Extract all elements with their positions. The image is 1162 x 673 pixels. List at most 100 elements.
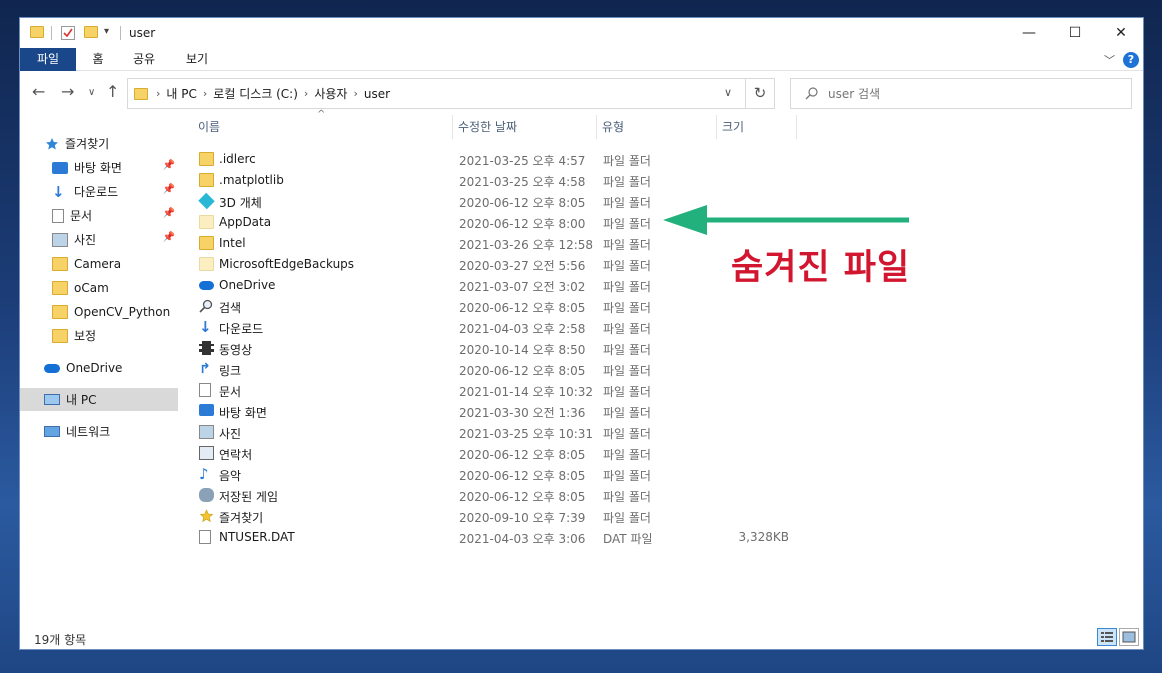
table-row[interactable]: ↓ 다운로드 2021-04-03 오후 2:58 파일 폴더 bbox=[195, 317, 795, 338]
search-icon bbox=[199, 299, 214, 313]
file-name: 3D 개체 bbox=[219, 196, 262, 210]
sidebar-item-pictures[interactable]: 사진 📌 bbox=[52, 228, 178, 251]
close-button[interactable]: ✕ bbox=[1098, 18, 1144, 48]
file-size: 3,328KB bbox=[738, 530, 789, 544]
chevron-down-icon[interactable]: ∨ bbox=[724, 86, 732, 99]
details-view-button[interactable] bbox=[1097, 628, 1117, 646]
column-header-size[interactable]: 크기 bbox=[704, 113, 796, 141]
favorites-icon bbox=[199, 509, 214, 523]
file-name: 사진 bbox=[219, 427, 242, 441]
divider bbox=[796, 115, 797, 139]
breadcrumb-user[interactable]: user bbox=[364, 87, 390, 101]
annotation-label: 숨겨진 파일 bbox=[731, 248, 911, 288]
table-row[interactable]: NTUSER.DAT 2021-04-03 오후 3:06 DAT 파일 3,3… bbox=[195, 527, 795, 548]
file-date: 2020-06-12 오후 8:05 bbox=[459, 364, 586, 378]
breadcrumb-users[interactable]: 사용자 bbox=[314, 85, 347, 102]
video-icon bbox=[199, 341, 214, 355]
file-date: 2021-03-07 오전 3:02 bbox=[459, 280, 586, 294]
sidebar-item-onedrive[interactable]: OneDrive bbox=[44, 356, 178, 379]
sidebar-item-label: 내 PC bbox=[66, 393, 97, 407]
up-arrow-icon[interactable]: ↑ bbox=[106, 82, 119, 101]
onedrive-icon bbox=[44, 364, 60, 373]
table-row[interactable]: 바탕 화면 2021-03-30 오전 1:36 파일 폴더 bbox=[195, 401, 795, 422]
file-date: 2020-09-10 오후 7:39 bbox=[459, 511, 586, 525]
new-folder-icon[interactable] bbox=[84, 26, 98, 38]
chevron-right-icon[interactable]: › bbox=[156, 87, 160, 100]
sidebar-item-opencv-python[interactable]: OpenCV_Python bbox=[52, 300, 178, 323]
file-list: ^ 이름 수정한 날짜 유형 크기 .idlerc 2021-03-25 오후 … bbox=[180, 109, 1144, 628]
column-header-type[interactable]: 유형 bbox=[584, 113, 716, 141]
properties-icon[interactable] bbox=[61, 26, 75, 40]
sidebar-item-label: OneDrive bbox=[66, 360, 123, 375]
sidebar-item-label: 네트워크 bbox=[66, 425, 111, 439]
back-arrow-icon[interactable]: ← bbox=[32, 82, 45, 101]
table-row[interactable]: ♪ 음악 2020-06-12 오후 8:05 파일 폴더 bbox=[195, 464, 795, 485]
sidebar-quick-access[interactable]: 즐겨찾기 bbox=[45, 132, 178, 155]
picture-icon bbox=[52, 232, 68, 247]
sidebar-item-documents[interactable]: 문서 📌 bbox=[52, 204, 178, 227]
large-icons-view-button[interactable] bbox=[1119, 628, 1139, 646]
table-row[interactable]: .idlerc 2021-03-25 오후 4:57 파일 폴더 bbox=[195, 149, 795, 170]
file-name: .matplotlib bbox=[219, 173, 284, 187]
desktop-icon bbox=[52, 161, 68, 174]
column-header-date[interactable]: 수정한 날짜 bbox=[440, 113, 596, 141]
table-row[interactable]: 문서 2021-01-14 오후 10:32 파일 폴더 bbox=[195, 380, 795, 401]
table-row[interactable]: MicrosoftEdgeBackups 2020-03-27 오전 5:56 … bbox=[195, 254, 795, 275]
folder-icon bbox=[199, 173, 214, 187]
sidebar-item-ocam[interactable]: oCam bbox=[52, 276, 178, 299]
chevron-right-icon[interactable]: › bbox=[353, 87, 357, 100]
maximize-button[interactable]: ☐ bbox=[1052, 18, 1098, 48]
window-title: user bbox=[129, 26, 156, 40]
file-type: 파일 폴더 bbox=[603, 490, 651, 504]
tab-home[interactable]: 홈 bbox=[80, 48, 116, 71]
sidebar-item-this-pc[interactable]: 내 PC bbox=[20, 388, 178, 411]
file-type: 파일 폴더 bbox=[603, 322, 651, 336]
chevron-right-icon[interactable]: › bbox=[304, 87, 308, 100]
tab-file[interactable]: 파일 bbox=[20, 48, 76, 71]
table-row[interactable]: 즐겨찾기 2020-09-10 오후 7:39 파일 폴더 bbox=[195, 506, 795, 527]
table-row[interactable]: OneDrive 2021-03-07 오전 3:02 파일 폴더 bbox=[195, 275, 795, 296]
sidebar-item-desktop[interactable]: 바탕 화면 📌 bbox=[52, 156, 178, 179]
column-header-name[interactable]: 이름 bbox=[180, 113, 452, 141]
sidebar-item-downloads[interactable]: ↓ 다운로드 📌 bbox=[52, 180, 178, 203]
tab-view[interactable]: 보기 bbox=[175, 48, 219, 71]
search-input[interactable] bbox=[828, 86, 1108, 101]
breadcrumb-local-disk[interactable]: 로컬 디스크 (C:) bbox=[213, 85, 298, 102]
minimize-button[interactable]: — bbox=[1006, 18, 1052, 48]
table-row[interactable]: ↱ 링크 2020-06-12 오후 8:05 파일 폴더 bbox=[195, 359, 795, 380]
table-row[interactable]: 동영상 2020-10-14 오후 8:50 파일 폴더 bbox=[195, 338, 795, 359]
folder-icon bbox=[52, 304, 68, 319]
table-row[interactable]: .matplotlib 2021-03-25 오후 4:58 파일 폴더 bbox=[195, 170, 795, 191]
chevron-right-icon[interactable]: › bbox=[203, 87, 207, 100]
table-row[interactable]: 사진 2021-03-25 오후 10:31 파일 폴더 bbox=[195, 422, 795, 443]
tab-share[interactable]: 공유 bbox=[120, 48, 168, 71]
file-name: MicrosoftEdgeBackups bbox=[219, 257, 355, 271]
address-bar[interactable]: › 내 PC › 로컬 디스크 (C:) › 사용자 › user bbox=[127, 78, 746, 109]
document-icon bbox=[52, 208, 64, 223]
recent-locations-icon[interactable]: ∨ bbox=[88, 87, 95, 98]
document-icon bbox=[199, 383, 211, 397]
file-name: Intel bbox=[219, 236, 246, 250]
forward-arrow-icon[interactable]: → bbox=[61, 82, 74, 101]
pin-icon: 📌 bbox=[162, 208, 175, 219]
network-icon bbox=[44, 426, 60, 437]
help-icon[interactable]: ? bbox=[1123, 52, 1139, 68]
table-row[interactable]: 검색 2020-06-12 오후 8:05 파일 폴더 bbox=[195, 296, 795, 317]
sidebar-item-bojeong[interactable]: 보정 bbox=[52, 324, 178, 347]
search-box[interactable] bbox=[790, 78, 1132, 109]
refresh-button[interactable]: ↻ bbox=[746, 78, 775, 109]
table-row[interactable]: 저장된 게임 2020-06-12 오후 8:05 파일 폴더 bbox=[195, 485, 795, 506]
sidebar-item-camera[interactable]: Camera bbox=[52, 252, 178, 275]
table-row[interactable]: 연락처 2020-06-12 오후 8:05 파일 폴더 bbox=[195, 443, 795, 464]
file-name: 연락처 bbox=[219, 448, 253, 462]
customize-toolbar-icon[interactable]: ▾ bbox=[104, 26, 109, 40]
file-date: 2021-03-30 오전 1:36 bbox=[459, 406, 586, 420]
refresh-icon: ↻ bbox=[753, 84, 767, 102]
file-name: OneDrive bbox=[219, 278, 276, 292]
expand-ribbon-icon[interactable]: ﹀ bbox=[1104, 52, 1115, 68]
breadcrumb-this-pc[interactable]: 내 PC bbox=[166, 85, 196, 102]
file-type: 파일 폴더 bbox=[603, 217, 651, 231]
hidden-folder-icon bbox=[199, 215, 214, 229]
sidebar-item-network[interactable]: 네트워크 bbox=[44, 420, 178, 443]
contacts-icon bbox=[199, 446, 214, 460]
